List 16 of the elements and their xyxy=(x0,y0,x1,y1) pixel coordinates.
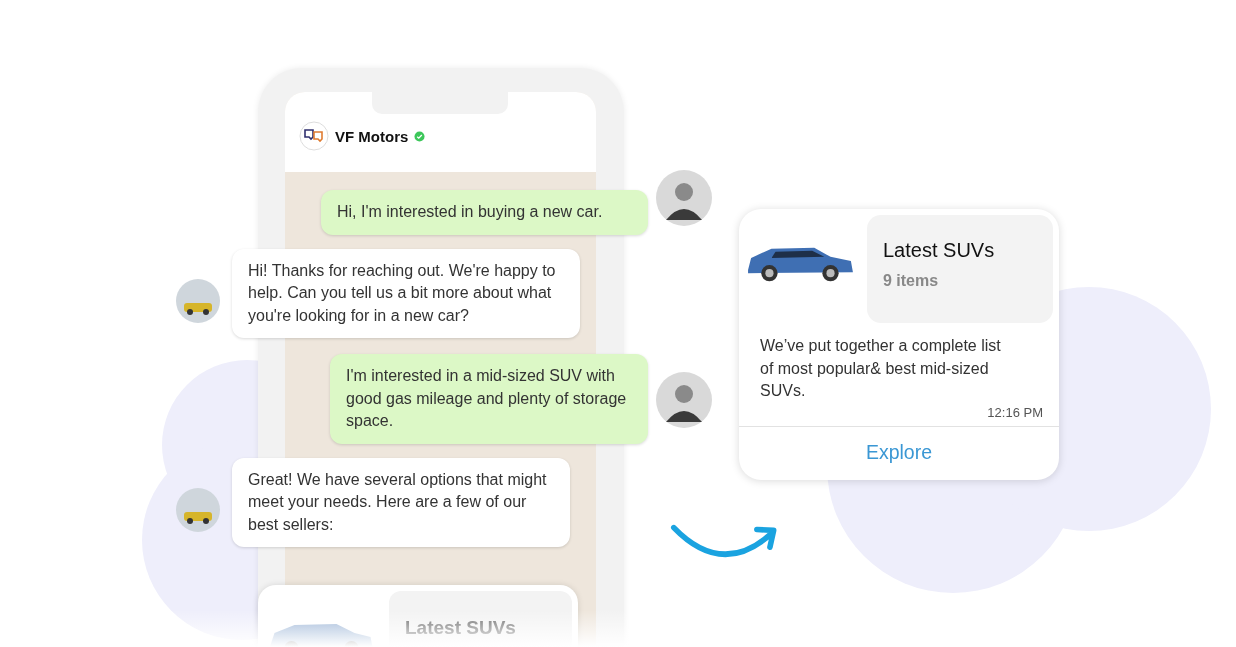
message-bubble: Hi, I'm interested in buying a new car. xyxy=(321,190,648,235)
card-description: We’ve put together a complete list of most popular& best mid-sized SUVs. xyxy=(760,336,1002,401)
message-bubble: Hi! Thanks for reaching out. We're happy to help. Can you tell us a bit more about what you're looking for in a new car? xyxy=(232,248,580,338)
avatar-icon xyxy=(176,487,220,532)
item-count: 9 items xyxy=(883,272,940,290)
avatar-icon xyxy=(176,278,220,323)
explore-button[interactable]: Explore xyxy=(739,425,1059,480)
message-bubble: I'm interested in a mid-sized SUV with good gas mileage and plenty of storage space. xyxy=(330,354,648,444)
business-name: VF Motors xyxy=(335,127,409,145)
card-title: Latest SUVs xyxy=(405,617,516,638)
message-time: 12:16 PM xyxy=(987,404,1043,420)
avatar-icon xyxy=(656,170,712,226)
card-title: Latest SUVs xyxy=(883,239,996,262)
avatar-icon xyxy=(656,372,712,428)
message-bubble: Great! We have several options that might meet your needs. Here are a few of our best sellers: xyxy=(232,457,570,547)
logo-icon xyxy=(299,121,329,151)
